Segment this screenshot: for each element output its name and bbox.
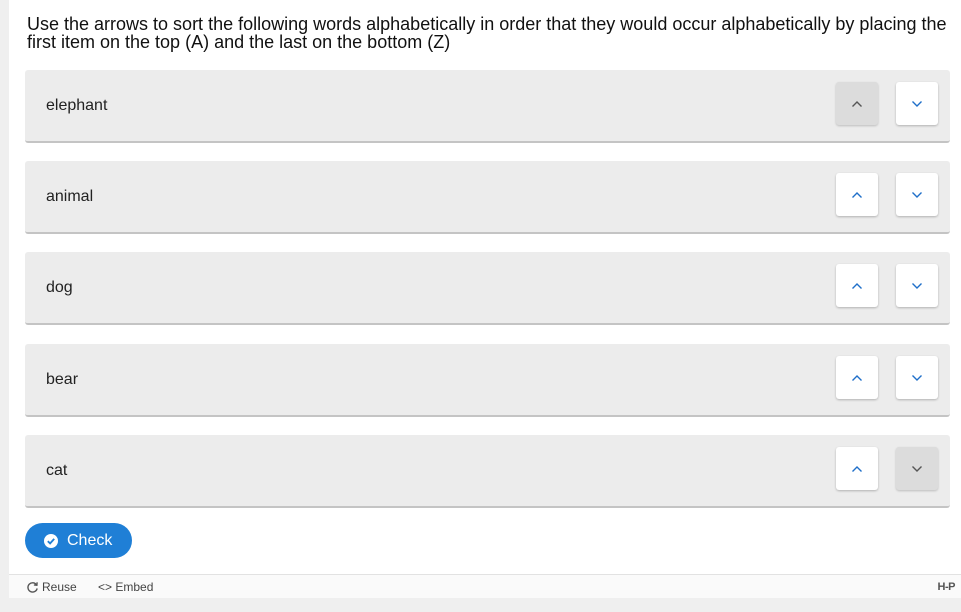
sortable-item[interactable]: cat [25, 435, 950, 508]
move-down-button[interactable] [896, 264, 938, 307]
chevron-up-icon [852, 374, 862, 381]
sortable-item[interactable]: dog [25, 252, 950, 325]
move-up-button[interactable] [836, 173, 878, 216]
move-up-button[interactable] [836, 356, 878, 399]
sortable-item[interactable]: animal [25, 161, 950, 234]
check-circle-icon [44, 533, 58, 548]
chevron-up-icon [852, 191, 862, 198]
chevron-up-icon [852, 465, 862, 472]
sortable-item[interactable]: bear [25, 344, 950, 417]
question-text: Use the arrows to sort the following wor… [27, 14, 947, 52]
move-down-button[interactable] [896, 447, 938, 490]
item-label: cat [46, 462, 68, 479]
item-label: bear [46, 371, 79, 388]
move-down-button[interactable] [896, 82, 938, 125]
move-up-button[interactable] [836, 447, 878, 490]
embed-link[interactable]: <> Embed [98, 575, 153, 599]
item-label: elephant [46, 97, 108, 114]
move-up-button[interactable] [836, 82, 878, 125]
chevron-down-icon [912, 374, 922, 381]
move-up-button[interactable] [836, 264, 878, 307]
item-label: animal [46, 188, 94, 205]
refresh-icon [27, 581, 38, 593]
check-button-label: Check [67, 531, 113, 549]
chevron-up-icon [852, 100, 862, 107]
move-down-button[interactable] [896, 173, 938, 216]
sortable-item[interactable]: elephant [25, 70, 950, 143]
left-border-strip [0, 0, 9, 612]
chevron-down-icon [912, 282, 922, 289]
embed-label: <> Embed [98, 580, 154, 594]
reuse-link[interactable]: Reuse [26, 575, 77, 599]
chevron-down-icon [912, 191, 922, 198]
item-label: dog [46, 279, 73, 296]
chevron-down-icon [912, 465, 922, 472]
chevron-up-icon [852, 282, 862, 289]
move-down-button[interactable] [896, 356, 938, 399]
chevron-down-icon [912, 100, 922, 107]
h5p-logo: H-P [937, 581, 956, 593]
check-button[interactable]: Check [25, 523, 132, 558]
bottom-border-strip [0, 598, 961, 612]
reuse-label: Reuse [42, 580, 77, 594]
footer-bar: Reuse <> Embed H-P [9, 574, 961, 598]
